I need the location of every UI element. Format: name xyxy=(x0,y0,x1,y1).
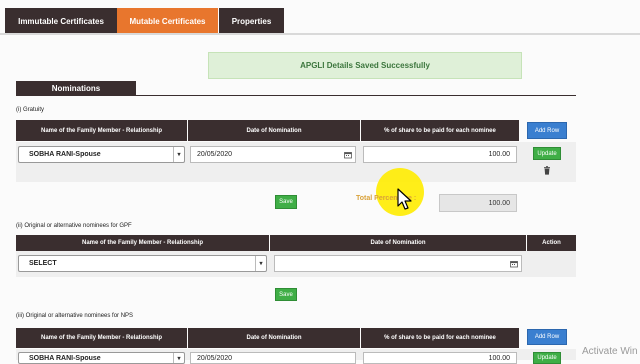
total-percentage-value: 100.00 xyxy=(488,199,510,207)
success-alert: APGLI Details Saved Successfully xyxy=(208,52,522,79)
nps-member-select[interactable]: SOBHA RANI-Spouse ▾ xyxy=(18,352,185,364)
gratuity-header-share: % of share to be paid for each nominee xyxy=(361,120,519,141)
calendar-icon[interactable] xyxy=(344,151,352,158)
mouse-pointer-icon xyxy=(397,188,412,210)
section-divider xyxy=(16,95,576,96)
section-title-nominations: Nominations xyxy=(16,81,136,95)
gpf-header-action: Action xyxy=(527,235,576,251)
gpf-header-member: Name of the Family Member - Relationship xyxy=(16,235,269,251)
nps-share-field[interactable]: 100.00 xyxy=(363,352,517,364)
tab-properties[interactable]: Properties xyxy=(219,8,284,34)
gratuity-header-member: Name of the Family Member - Relationship xyxy=(16,120,187,141)
trash-icon[interactable] xyxy=(543,166,551,175)
nps-date-field[interactable]: 20/05/2020 xyxy=(190,352,356,364)
nps-label: (iii) Original or alternative nominees f… xyxy=(16,313,134,319)
gpf-date-field[interactable] xyxy=(274,255,522,272)
calendar-icon[interactable] xyxy=(510,260,518,267)
gpf-save-button[interactable]: Save xyxy=(275,288,297,301)
nps-header-share: % of share to be paid for each nominee xyxy=(361,328,519,348)
gratuity-date-field[interactable]: 20/05/2020 xyxy=(190,146,356,163)
gratuity-save-button[interactable]: Save xyxy=(275,195,297,209)
gratuity-label: (i) Gratuity xyxy=(16,107,45,113)
nps-update-button[interactable]: Update xyxy=(533,352,561,364)
nps-add-row-button[interactable]: Add Row xyxy=(527,329,567,345)
gratuity-share-value: 100.00 xyxy=(488,151,510,158)
gratuity-update-button[interactable]: Update xyxy=(533,147,561,160)
nps-header-member: Name of the Family Member - Relationship xyxy=(16,328,187,348)
nps-member-value: SOBHA RANI-Spouse xyxy=(29,354,101,362)
gpf-member-value: SELECT xyxy=(29,260,57,267)
chevron-down-icon: ▾ xyxy=(173,147,184,162)
gpf-header-date: Date of Nomination xyxy=(270,235,526,251)
gratuity-add-row-button[interactable]: Add Row xyxy=(527,122,567,139)
total-percentage-field: 100.00 xyxy=(439,194,517,212)
gratuity-member-select[interactable]: SOBHA RANI-Spouse ▾ xyxy=(18,146,185,163)
chevron-down-icon: ▾ xyxy=(173,353,184,363)
nps-date-value: 20/05/2020 xyxy=(197,354,233,362)
chevron-down-icon: ▾ xyxy=(255,256,266,271)
gpf-member-select[interactable]: SELECT ▾ xyxy=(18,255,267,272)
gpf-label: (ii) Original or alternative nominees fo… xyxy=(16,223,132,229)
gratuity-header-date: Date of Nomination xyxy=(188,120,360,141)
gratuity-share-field[interactable]: 100.00 xyxy=(363,146,517,163)
tab-immutable-certificates[interactable]: Immutable Certificates xyxy=(5,8,117,34)
tab-underline xyxy=(0,33,640,35)
success-message: APGLI Details Saved Successfully xyxy=(300,61,430,70)
nps-share-value: 100.00 xyxy=(488,354,510,362)
gratuity-date-value: 20/05/2020 xyxy=(197,151,233,158)
gratuity-member-value: SOBHA RANI-Spouse xyxy=(29,151,101,158)
tab-mutable-certificates[interactable]: Mutable Certificates xyxy=(117,8,218,34)
windows-activation-watermark: Activate Win xyxy=(582,346,638,357)
nps-header-date: Date of Nomination xyxy=(188,328,360,348)
